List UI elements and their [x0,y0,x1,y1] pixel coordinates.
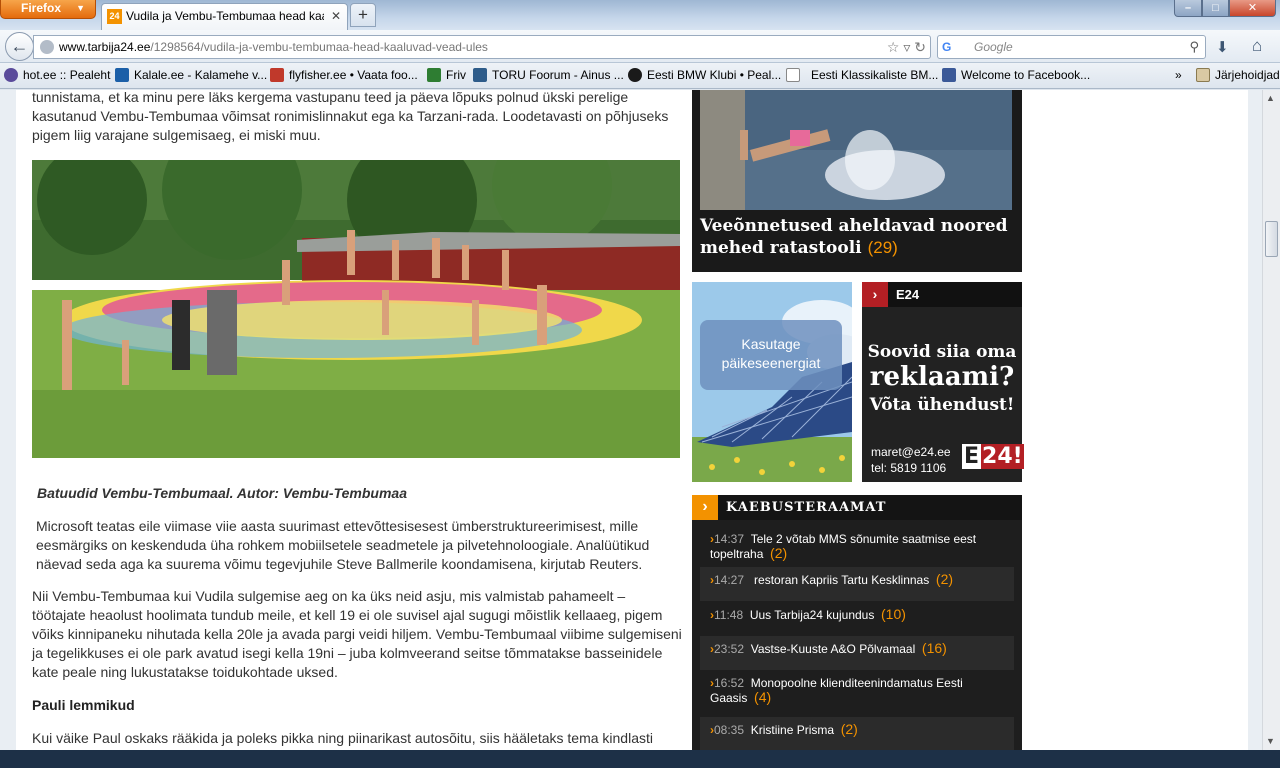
diving-photo [700,90,1012,210]
site-favicon-icon: 24 [107,9,122,24]
e24-ad-text: Soovid siia oma [867,342,1017,362]
url-bar-actions: ☆ ▿ ↻ [887,36,926,58]
solar-energy-ad[interactable]: Kasutage päikeseenergiat [692,282,852,482]
scroll-down-icon[interactable]: ▼ [1266,736,1275,746]
chevron-right-icon: › [862,282,888,307]
bookmarks-folder-label: Järjehoidjad [1215,68,1280,82]
bookmarks-folder[interactable]: Järjehoidjad [1196,68,1280,82]
tab-active[interactable]: 24 Vudila ja Vembu-Tembumaa head kaalu..… [101,3,348,30]
url-bar[interactable]: www.tarbija24.ee/1298564/vudila-ja-vembu… [33,35,931,59]
bookmark-item[interactable]: flyfisher.ee • Vaata foo... [270,68,418,82]
bookmark-favicon-icon [4,68,18,82]
reload-icon[interactable]: ↻ [914,39,926,55]
bookmark-label: Eesti Klassikaliste BM... [811,68,939,82]
news-title-text: Veeõnnetused aheldavad noored mehed rata… [700,216,1008,258]
google-icon[interactable]: G [942,40,951,54]
new-tab-button[interactable]: + [350,3,376,27]
solar-ad-badge: Kasutage päikeseenergiat [700,320,842,390]
page-margin-left [0,90,16,750]
url-path: /1298564/vudila-ja-vembu-tembumaa-head-k… [150,40,488,54]
article-photo [32,160,680,458]
taskbar [0,750,1280,768]
trampoline-photo [32,160,680,458]
bookmark-favicon-icon [628,68,642,82]
bookmarks-overflow-button[interactable]: » [1175,68,1182,82]
bookmark-label: TORU Foorum - Ainus ... [492,68,624,82]
bookmark-label: flyfisher.ee • Vaata foo... [289,68,418,82]
navigation-toolbar: ← www.tarbija24.ee/1298564/vudila-ja-vem… [0,30,1280,63]
e24-email[interactable]: maret@e24.ee [871,445,951,459]
bookmark-item[interactable]: Eesti BMW Klubi • Peal... [628,68,781,82]
solar-ad-text: Kasutage [741,336,801,352]
bookmark-favicon-icon [427,68,441,82]
article-subheading: Pauli lemmikud [32,697,135,713]
bookmark-favicon-icon [270,68,284,82]
e24-logo: E 24! [962,444,1024,470]
page-viewport: tunnistama, et ka minu pere läks kergema… [0,90,1262,750]
url-domain: www.tarbija24.ee [59,40,151,54]
dropdown-icon[interactable]: ▿ [903,39,910,55]
bookmark-item[interactable]: Welcome to Facebook... [942,68,1090,82]
bookmark-star-icon[interactable]: ☆ [887,39,900,55]
search-input[interactable]: G Google ⚲ [937,35,1206,59]
bookmark-item[interactable]: Eesti Klassikaliste BM... [786,68,938,82]
title-bar: Firefox ▼ 24 Vudila ja Vembu-Tembumaa he… [0,0,1280,30]
e24-header-label: E24 [896,287,920,302]
bookmark-favicon-icon [115,68,129,82]
bookmark-item[interactable]: hot.ee :: Pealeht [4,68,110,82]
e24-logo-e: E [962,444,982,469]
bookmark-item[interactable]: TORU Foorum - Ainus ... [473,68,624,82]
e24-ad-text: Võta ühendust! [869,395,1015,415]
bookmarks-toolbar: hot.ee :: Pealeht Kalale.ee - Kalamehe v… [0,63,1280,89]
back-button[interactable]: ← [5,32,34,61]
bookmark-item[interactable]: Kalale.ee - Kalamehe v... [115,68,267,82]
news-teaser-image[interactable] [700,90,1012,210]
close-icon[interactable]: ✕ [331,9,341,23]
tab-label: Vudila ja Vembu-Tembumaa head kaalu... [126,9,324,23]
maximize-button[interactable]: □ [1202,0,1229,17]
photo-caption: Batuudid Vembu-Tembumaal. Autor: Vembu-T… [37,485,407,501]
bookmark-favicon-icon [786,68,800,82]
home-icon[interactable]: ⌂ [1252,36,1262,56]
comment-count: (29) [867,238,898,257]
article-paragraph: Nii Vembu-Tembumaa kui Vudila sulgemise … [32,588,682,680]
news-teaser-card[interactable]: Veeõnnetused aheldavad noored mehed rata… [692,90,1022,272]
firefox-menu-label: Firefox [21,1,62,15]
e24-advertise-banner[interactable]: › E24 Soovid siia oma reklaami? Võta ühe… [862,282,1024,482]
e24-header: › E24 [862,282,1022,307]
bookmark-label: hot.ee :: Pealeht [23,68,111,82]
facebook-icon [942,68,956,82]
bookmark-label: Welcome to Facebook... [961,68,1091,82]
scroll-up-icon[interactable]: ▲ [1266,93,1275,103]
e24-logo-number: 24! [981,444,1024,469]
chevron-down-icon: ▼ [76,3,85,13]
download-icon[interactable]: ⬇ [1216,38,1229,56]
bookmark-favicon-icon [473,68,487,82]
article-paragraph: Microsoft teatas eile viimase viie aasta… [36,518,650,572]
bookmarks-folder-icon [1196,68,1210,82]
complaints-list [692,495,1022,750]
e24-ad-headline: reklaami? [869,362,1015,392]
news-teaser-title[interactable]: Veeõnnetused aheldavad noored mehed rata… [700,216,1018,259]
bookmark-label: Kalale.ee - Kalamehe v... [134,68,268,82]
e24-phone: tel: 5819 1106 [871,461,947,475]
bookmark-label: Friv [446,68,466,82]
article-paragraph: Kui väike Paul oskaks rääkida ja poleks … [32,730,653,750]
scrollbar-thumb[interactable] [1265,221,1278,257]
page-margin-right [1248,90,1262,750]
window-close-button[interactable]: ✕ [1229,0,1276,17]
minimize-button[interactable]: – [1174,0,1202,17]
search-placeholder: Google [974,40,1013,54]
search-icon[interactable]: ⚲ [1189,36,1199,58]
bookmark-item[interactable]: Friv [427,68,466,82]
solar-ad-text: päikeseenergiat [721,355,821,371]
bookmark-label: Eesti BMW Klubi • Peal... [647,68,782,82]
vertical-scrollbar[interactable]: ▲ ▼ [1262,90,1280,750]
globe-icon [40,40,54,54]
firefox-menu-button[interactable]: Firefox ▼ [0,0,96,19]
article-paragraph: tunnistama, et ka minu pere läks kergema… [32,90,669,143]
